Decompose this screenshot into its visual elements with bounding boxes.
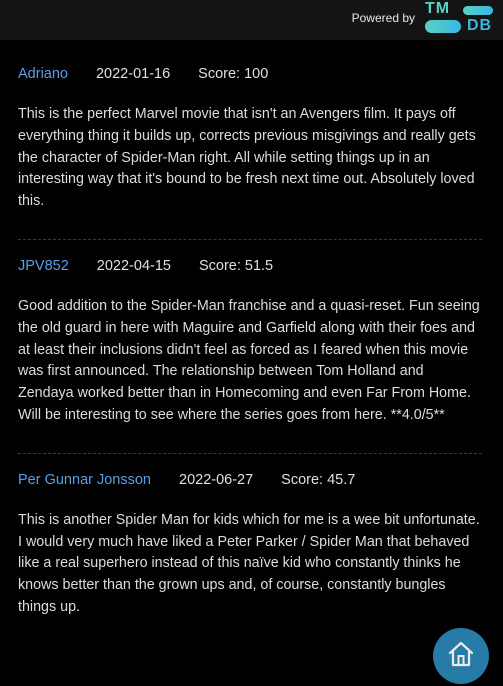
review-item: Adriano 2022-01-16 Score: 100 This is th… [18,48,482,239]
tmdb-logo[interactable]: TM DB [425,1,497,35]
home-button[interactable] [433,628,489,684]
review-text: This is the perfect Marvel movie that is… [18,106,476,210]
home-icon [446,639,476,674]
review-score: Score: 51.5 [198,257,274,274]
tmdb-logo-bar [425,20,461,33]
review-text: This is another Spider Man for kids whic… [18,511,480,615]
powered-by-label: Powered by [351,11,415,25]
review-author-link[interactable]: Adriano [18,66,68,82]
review-author-link[interactable]: JPV852 [18,258,69,274]
tmdb-logo-bar [463,6,493,15]
tmdb-logo-top-text: TM [425,0,451,17]
review-score: Score: 100 [198,66,269,82]
review-list: Adriano 2022-01-16 Score: 100 This is th… [18,48,482,645]
review-meta: JPV852 2022-04-15 Score: 51.5 [18,258,482,278]
review-text: Good addition to the Spider-Man franchis… [18,297,480,423]
review-date: 2022-06-27 [179,471,254,488]
tmdb-logo-bottom-text: DB [467,17,493,34]
review-date: 2022-01-16 [95,66,171,82]
review-item: Per Gunnar Jonsson 2022-06-27 Score: 45.… [18,452,482,645]
review-score: Score: 45.7 [281,471,356,488]
top-bar: Powered by TM DB [0,0,503,40]
review-meta: Per Gunnar Jonsson 2022-06-27 Score: 45.… [18,472,482,492]
review-item: JPV852 2022-04-15 Score: 51.5 Good addit… [18,238,482,453]
review-author-link[interactable]: Per Gunnar Jonsson [18,472,151,488]
review-date: 2022-04-15 [96,257,171,274]
review-meta: Adriano 2022-01-16 Score: 100 [18,66,482,86]
